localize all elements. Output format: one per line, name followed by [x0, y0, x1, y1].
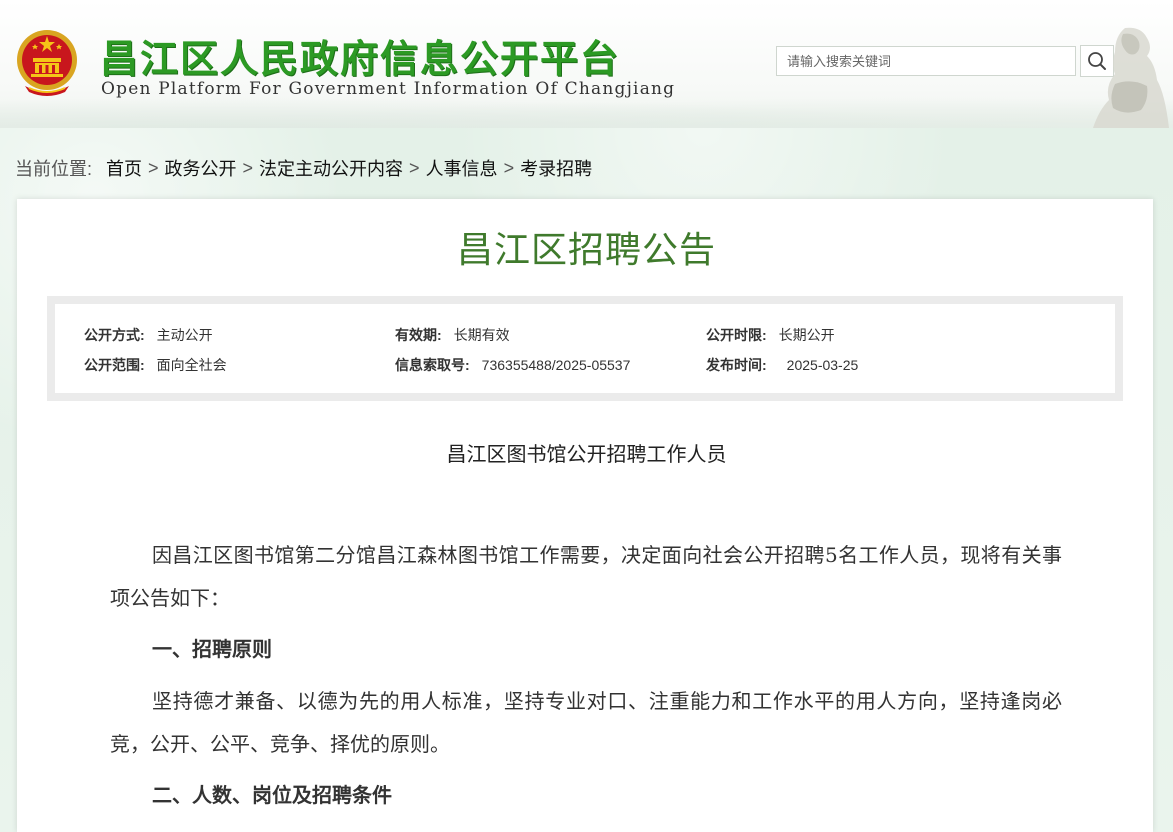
breadcrumb-recruitment[interactable]: 考录招聘	[520, 155, 592, 181]
article-meta-inner: 公开方式: 主动公开 有效期: 长期有效 公开时限: 长期公开 公开范围: 面向全社会 …	[55, 304, 1115, 393]
meta-label: 公开时限:	[706, 327, 767, 343]
statue-decoration	[1093, 27, 1169, 128]
meta-label: 公开范围:	[84, 357, 145, 373]
meta-disclosure-method: 公开方式: 主动公开	[84, 325, 213, 345]
breadcrumb-personnel-info[interactable]: 人事信息	[426, 155, 498, 181]
article-subtitle: 昌江区图书馆公开招聘工作人员	[446, 442, 727, 466]
breadcrumb-home[interactable]: 首页	[106, 155, 142, 181]
section-heading: 二、人数、岗位及招聘条件	[152, 783, 392, 807]
meta-value: 长期有效	[453, 327, 510, 343]
meta-publish-date: 发布时间: 2025-03-25	[706, 355, 858, 375]
section-heading: 一、招聘原则	[152, 637, 272, 661]
article-paragraph: 因昌江区图书馆第二分馆昌江森林图书馆工作需要，决定面向社会公开招聘5名工作人员，…	[110, 543, 1062, 610]
article-title: 昌江区招聘公告	[456, 229, 716, 270]
meta-value: 2025-03-25	[786, 357, 859, 373]
breadcrumb-statutory-content[interactable]: 法定主动公开内容	[259, 155, 403, 181]
meta-value: 面向全社会	[156, 357, 227, 373]
meta-value: 主动公开	[156, 327, 213, 343]
breadcrumb-gov-affairs[interactable]: 政务公开	[165, 155, 237, 181]
article-paragraph: 坚持德才兼备、以德为先的用人标准，坚持专业对口、注重能力和工作水平的用人方向，坚…	[110, 689, 1062, 756]
search-box[interactable]	[776, 46, 1077, 76]
meta-index-no: 信息索取号: 736355488/2025-05537	[395, 355, 630, 375]
search-input[interactable]	[777, 47, 1077, 75]
breadcrumb-separator: >	[148, 157, 159, 178]
meta-scope: 公开范围: 面向全社会	[84, 355, 227, 375]
meta-validity: 有效期: 长期有效	[395, 325, 510, 345]
site-title: 昌江区人民政府信息公开平台	[100, 37, 621, 81]
breadcrumb-label: 当前位置:	[15, 159, 93, 179]
breadcrumb-separator: >	[242, 157, 254, 178]
meta-value: 长期公开	[778, 327, 835, 343]
meta-label: 信息索取号:	[395, 357, 470, 373]
meta-label: 有效期:	[395, 327, 442, 343]
meta-label: 发布时间:	[706, 357, 767, 373]
meta-disclosure-period: 公开时限: 长期公开	[706, 325, 835, 345]
meta-label: 公开方式:	[84, 327, 145, 343]
site-subtitle: Open Platform For Government Information…	[101, 79, 676, 99]
breadcrumb: 当前位置: 首页 > 政务公开 > 法定主动公开内容 > 人事信息 > 考录招聘	[15, 156, 592, 180]
article-meta-box: 公开方式: 主动公开 有效期: 长期有效 公开时限: 长期公开 公开范围: 面向全社会 …	[47, 296, 1123, 401]
breadcrumb-separator: >	[409, 157, 420, 178]
meta-value: 736355488/2025-05537	[481, 357, 631, 373]
breadcrumb-separator: >	[503, 157, 515, 178]
national-emblem-icon	[17, 30, 77, 96]
